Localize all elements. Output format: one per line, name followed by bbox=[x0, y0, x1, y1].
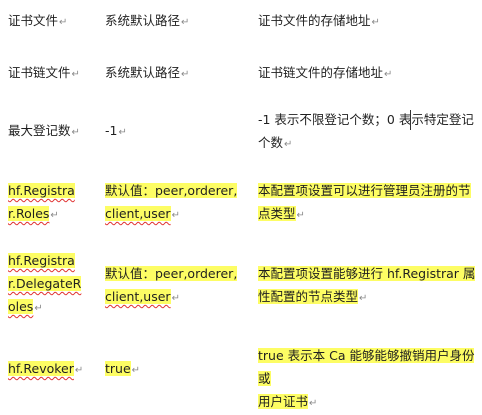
row-1-desc: 证书链文件的存储地址↵ bbox=[258, 65, 393, 80]
row-4-name: hf.Registra r.DelegateR oles↵ bbox=[8, 253, 82, 314]
row-3-default: 默认值：peer,orderer, client,user↵ bbox=[105, 183, 238, 221]
row-1-name: 证书链文件↵ bbox=[8, 65, 80, 80]
row-0-default: 系统默认路径↵ bbox=[105, 13, 190, 28]
row-0-name: 证书文件↵ bbox=[8, 13, 68, 28]
row-2-name: 最大登记数↵ bbox=[8, 123, 80, 138]
row-2-desc: -1 表示不限登记个数；0 表示特定登记 个数↵ bbox=[258, 112, 474, 150]
row-4-default: 默认值：peer,orderer, client,user↵ bbox=[105, 266, 238, 304]
row-5-name: hf.Revoker↵ bbox=[8, 361, 84, 376]
row-5-default: true↵ bbox=[105, 361, 141, 376]
row-2-default: -1↵ bbox=[105, 123, 127, 138]
row-5-desc: true 表示本 Ca 能够能够撤销用户身份或 用户证书↵ bbox=[258, 348, 475, 409]
row-3-name: hf.Registra r.Roles↵ bbox=[8, 183, 75, 221]
row-4-desc: 本配置项设置能够进行 hf.Registrar 属 性配置的节点类型↵ bbox=[258, 266, 476, 304]
row-1-default: 系统默认路径↵ bbox=[105, 65, 190, 80]
document-page: { "rows": [ { "name": "证书文件", "default":… bbox=[0, 0, 482, 409]
row-0-desc: 证书文件的存储地址↵ bbox=[258, 13, 380, 28]
row-3-desc: 本配置项设置可以进行管理员注册的节 点类型↵ bbox=[258, 183, 471, 221]
text-cursor bbox=[410, 110, 411, 130]
